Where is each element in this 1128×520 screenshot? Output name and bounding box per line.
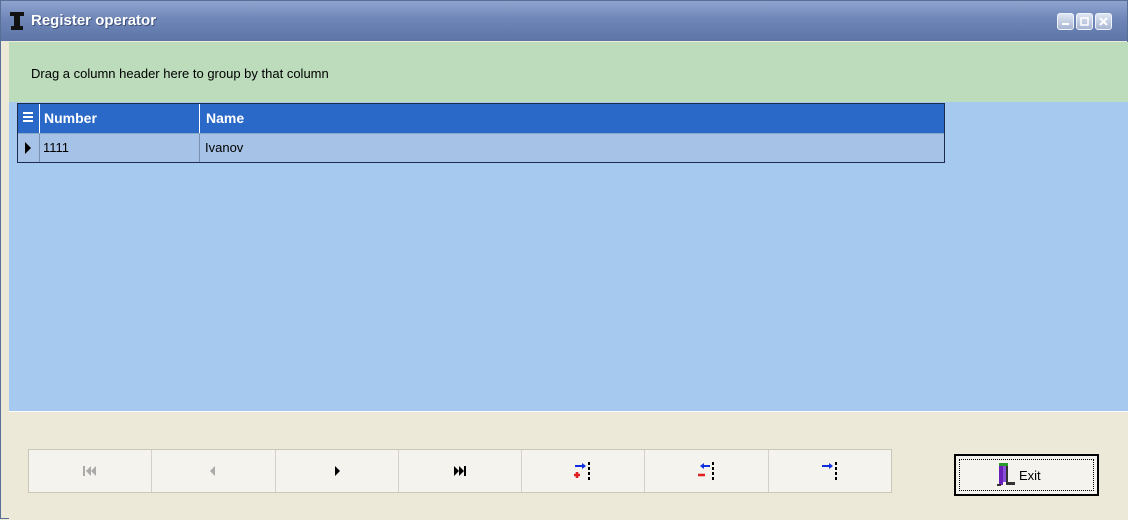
operator-grid: Number Name 1111 Ivanov <box>17 103 945 163</box>
column-chooser-icon[interactable] <box>18 104 40 133</box>
grid-area: Number Name 1111 Ivanov <box>9 102 1128 411</box>
bottom-panel: Exit <box>9 411 1128 520</box>
prior-record-icon <box>210 466 216 476</box>
group-by-panel[interactable]: Drag a column header here to group by th… <box>9 42 1128 102</box>
column-header-name[interactable]: Name <box>200 104 944 133</box>
column-header-number[interactable]: Number <box>40 104 200 133</box>
insert-record-icon <box>574 462 591 480</box>
exit-button[interactable]: Exit <box>954 454 1099 496</box>
delete-record-icon <box>697 462 714 480</box>
last-record-icon <box>453 466 466 476</box>
app-icon <box>9 12 25 30</box>
close-icon[interactable] <box>1095 13 1112 30</box>
window-title: Register operator <box>31 12 157 29</box>
exit-label: Exit <box>1019 468 1041 483</box>
restore-icon[interactable] <box>1076 13 1093 30</box>
cell-name[interactable]: Ivanov <box>200 134 944 162</box>
first-record-button[interactable] <box>29 450 153 492</box>
next-record-icon <box>334 466 340 476</box>
record-navigator <box>28 449 892 493</box>
exit-door-icon <box>997 463 1015 486</box>
row-indicator-icon <box>18 134 40 162</box>
cell-number[interactable]: 1111 <box>40 134 200 162</box>
next-record-button[interactable] <box>275 450 399 492</box>
title-bar[interactable]: Register operator <box>1 1 1127 41</box>
group-by-hint: Drag a column header here to group by th… <box>31 66 329 81</box>
insert-record-button[interactable] <box>522 450 646 492</box>
table-row[interactable]: 1111 Ivanov <box>18 133 944 162</box>
delete-record-button[interactable] <box>645 450 769 492</box>
last-record-button[interactable] <box>398 450 523 492</box>
minimize-icon[interactable] <box>1057 13 1074 30</box>
post-record-icon <box>821 462 837 480</box>
grid-header: Number Name <box>18 104 944 133</box>
first-record-icon <box>83 466 97 476</box>
post-record-button[interactable] <box>768 450 891 492</box>
prior-record-button[interactable] <box>152 450 276 492</box>
register-operator-window: Register operator Drag a column header h… <box>0 0 1128 520</box>
